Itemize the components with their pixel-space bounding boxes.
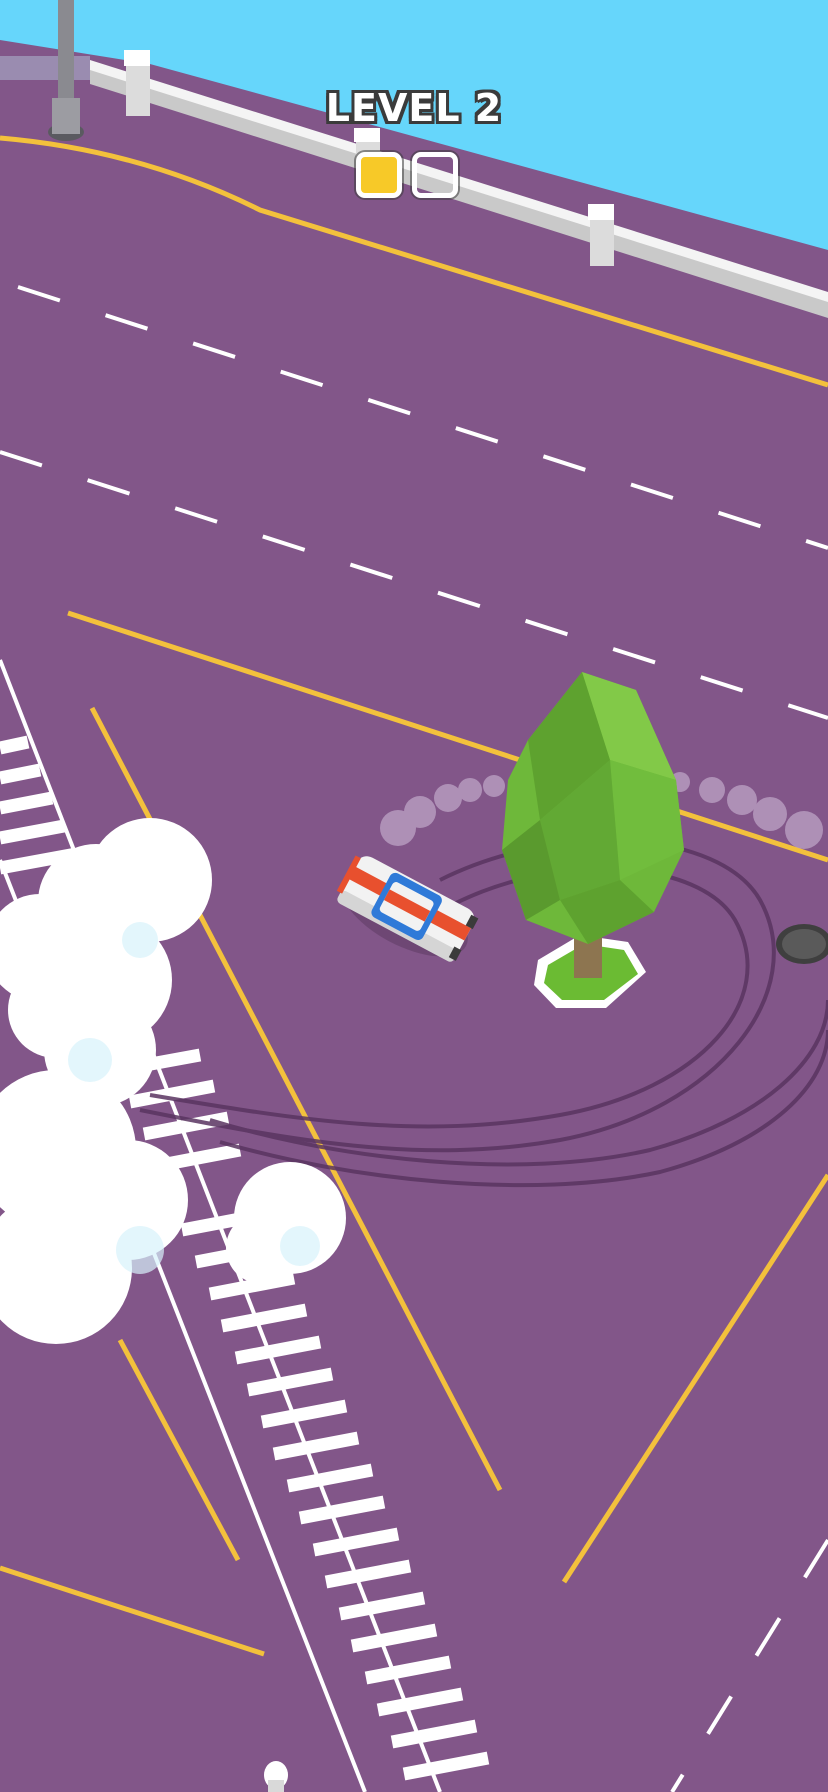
progress-step-2 <box>412 152 458 198</box>
game-viewport[interactable]: LEVEL 2 <box>0 0 828 1792</box>
progress-step-1 <box>356 152 402 198</box>
game-scene[interactable] <box>0 0 828 1792</box>
level-progress <box>356 152 458 198</box>
